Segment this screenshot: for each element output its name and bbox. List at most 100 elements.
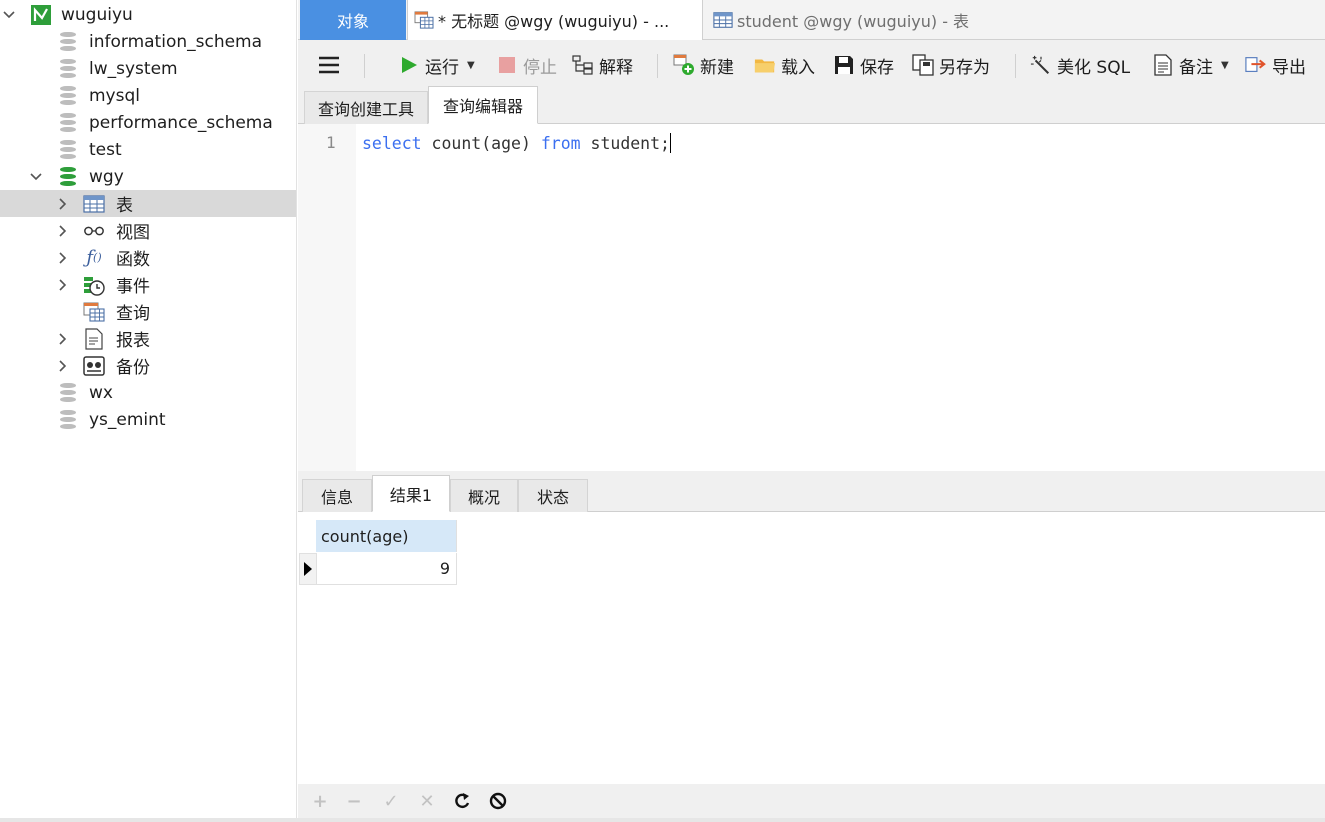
- comment-button[interactable]: 备注 ▼: [1152, 52, 1229, 78]
- tab-info[interactable]: 信息: [302, 479, 372, 512]
- view-icon: [83, 220, 105, 242]
- sql-table-ref: student;: [580, 134, 670, 153]
- row-pointer-icon: [304, 562, 312, 576]
- explain-icon: [572, 54, 594, 76]
- result-grid: count(age) 9: [298, 512, 1325, 784]
- column-header[interactable]: count(age): [316, 520, 457, 552]
- db-label: performance_schema: [89, 112, 273, 133]
- magic-wand-icon: [1030, 54, 1052, 76]
- sql-editor[interactable]: 1 select count(age) from student;: [298, 124, 1325, 471]
- explain-button[interactable]: 解释: [572, 52, 633, 78]
- grid-action-bar: + − ✓ ✕: [298, 784, 1325, 818]
- save-as-label: 另存为: [939, 57, 990, 78]
- toolbar-separator: [1015, 54, 1016, 78]
- item-label: 视图: [116, 223, 150, 243]
- tree-db-test[interactable]: test: [0, 136, 296, 163]
- tree-connection-wuguiyu[interactable]: wuguiyu: [0, 1, 296, 28]
- hamburger-icon: [318, 54, 340, 76]
- play-icon: [398, 54, 420, 76]
- tab-untitled-query[interactable]: * 无标题 @wgy (wuguiyu) - ...: [407, 0, 703, 40]
- database-icon: [57, 31, 79, 53]
- db-label: ys_emint: [89, 409, 166, 430]
- query-icon: [414, 11, 434, 29]
- tree-db-wx[interactable]: wx: [0, 379, 296, 406]
- delete-record-button[interactable]: −: [343, 790, 365, 812]
- apply-changes-button[interactable]: ✓: [380, 790, 402, 812]
- tree-db-mysql[interactable]: mysql: [0, 82, 296, 109]
- tree-db-wgy[interactable]: wgy: [0, 163, 296, 190]
- new-query-icon: [673, 54, 695, 76]
- tree-db-performance-schema[interactable]: performance_schema: [0, 109, 296, 136]
- beautify-label: 美化 SQL: [1057, 57, 1131, 78]
- run-button[interactable]: 运行 ▼: [398, 52, 475, 78]
- tree-db-ys-emint[interactable]: ys_emint: [0, 406, 296, 433]
- code-line[interactable]: select count(age) from student;: [362, 133, 671, 153]
- database-icon: [57, 139, 79, 161]
- refresh-button[interactable]: [451, 790, 473, 812]
- save-button[interactable]: 保存: [833, 52, 894, 78]
- event-icon: [83, 274, 105, 296]
- tab-status[interactable]: 状态: [518, 479, 588, 512]
- tree-item-views[interactable]: 视图: [0, 217, 296, 244]
- item-label: 事件: [116, 277, 150, 297]
- chevron-down-icon[interactable]: [29, 170, 43, 184]
- tree-item-tables[interactable]: 表: [0, 190, 296, 217]
- cell-value: 9: [439, 559, 450, 578]
- dropdown-arrow-icon[interactable]: ▼: [467, 60, 475, 71]
- query-toolbar: 运行 ▼ 停止 解释 新建 载入 保存 另存为 美化 SQL 备注 ▼ 导出: [298, 40, 1325, 88]
- db-label: mysql: [89, 85, 140, 106]
- db-label: test: [89, 139, 122, 160]
- tree-item-events[interactable]: 事件: [0, 271, 296, 298]
- tab-result1[interactable]: 结果1: [372, 475, 450, 512]
- document-tabs: 对象 * 无标题 @wgy (wuguiyu) - ... student @w…: [298, 0, 1325, 40]
- current-row-indicator[interactable]: [299, 553, 317, 585]
- chevron-right-icon[interactable]: [56, 332, 70, 346]
- note-icon: [1152, 54, 1174, 76]
- save-as-button[interactable]: 另存为: [912, 52, 990, 78]
- new-button[interactable]: 新建: [673, 52, 734, 78]
- table-icon: [83, 193, 105, 215]
- line-number: 1: [326, 133, 336, 152]
- item-label: 查询: [116, 304, 150, 324]
- toolbar-separator: [657, 54, 658, 78]
- stop-button[interactable]: 停止: [496, 52, 557, 78]
- chevron-right-icon[interactable]: [56, 278, 70, 292]
- tab-student-table[interactable]: student @wgy (wuguiyu) - 表: [705, 0, 1005, 40]
- chevron-down-icon[interactable]: [2, 8, 16, 22]
- tab-label: 状态: [536, 488, 569, 507]
- result-tabs: 信息 结果1 概况 状态: [298, 475, 1325, 512]
- tree-db-lw-system[interactable]: lw_system: [0, 55, 296, 82]
- tab-objects[interactable]: 对象: [300, 0, 406, 40]
- chevron-right-icon[interactable]: [56, 197, 70, 211]
- database-icon: [57, 85, 79, 107]
- tab-query-builder[interactable]: 查询创建工具: [304, 91, 428, 124]
- discard-changes-button[interactable]: ✕: [416, 790, 438, 812]
- tree-item-functions[interactable]: ƒ() 函数: [0, 244, 296, 271]
- dropdown-arrow-icon[interactable]: ▼: [1221, 60, 1229, 71]
- beautify-sql-button[interactable]: 美化 SQL: [1030, 52, 1130, 78]
- stop-loading-button[interactable]: [487, 790, 509, 812]
- tree-item-reports[interactable]: 报表: [0, 325, 296, 352]
- tab-query-editor[interactable]: 查询编辑器: [428, 86, 538, 124]
- query-icon: [83, 301, 105, 323]
- export-button[interactable]: 导出: [1245, 52, 1306, 78]
- db-label: wx: [89, 382, 113, 403]
- chevron-right-icon[interactable]: [56, 224, 70, 238]
- load-button[interactable]: 载入: [754, 52, 815, 78]
- tab-label: 概况: [467, 488, 500, 507]
- database-open-icon: [57, 166, 79, 188]
- menu-button[interactable]: [318, 52, 345, 78]
- tree-item-queries[interactable]: 查询: [0, 298, 296, 325]
- database-icon: [57, 382, 79, 404]
- tree-item-backups[interactable]: 备份: [0, 352, 296, 379]
- grid-cell[interactable]: 9: [316, 553, 457, 585]
- chevron-right-icon[interactable]: [56, 359, 70, 373]
- sql-expression: count(age): [421, 134, 541, 153]
- tree-db-information-schema[interactable]: information_schema: [0, 28, 296, 55]
- editor-mode-tabs: 查询创建工具 查询编辑器: [298, 86, 1325, 124]
- tab-overview[interactable]: 概况: [450, 479, 518, 512]
- line-number-gutter: 1: [298, 124, 356, 471]
- add-record-button[interactable]: +: [309, 790, 331, 812]
- chevron-right-icon[interactable]: [56, 251, 70, 265]
- export-icon: [1245, 54, 1267, 76]
